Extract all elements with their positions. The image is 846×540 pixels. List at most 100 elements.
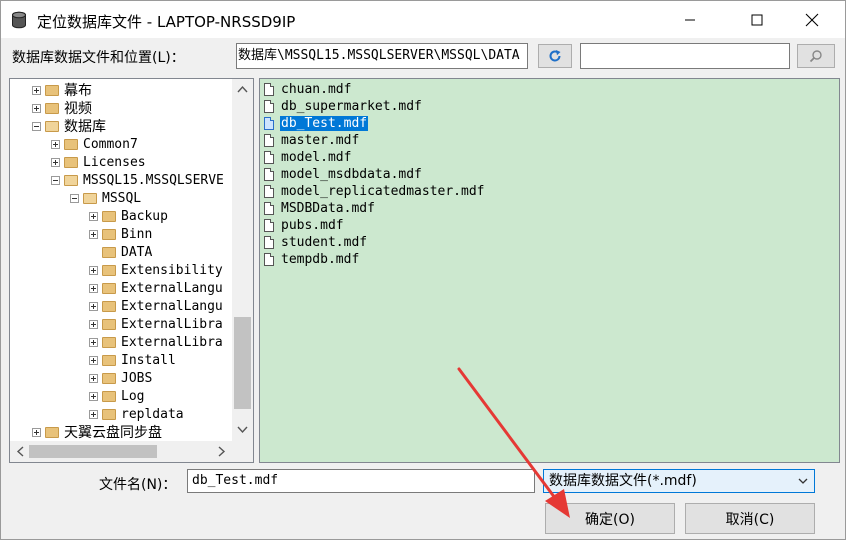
- tree-item[interactable]: ExternalLangu: [89, 279, 223, 297]
- file-icon: [264, 236, 274, 249]
- tree-item[interactable]: 视频: [32, 99, 92, 117]
- tree-item[interactable]: 数据库: [32, 117, 106, 135]
- file-item-label: MSDBData.mdf: [281, 201, 375, 216]
- file-item-label: model_msdbdata.mdf: [281, 167, 422, 182]
- folder-icon: [102, 318, 116, 330]
- collapse-icon[interactable]: [32, 121, 41, 131]
- minimize-button[interactable]: [667, 1, 713, 39]
- file-icon: [264, 253, 274, 266]
- file-item[interactable]: db_Test.mdf: [264, 115, 369, 132]
- expand-icon[interactable]: [89, 391, 98, 401]
- tree-horizontal-thumb[interactable]: [29, 445, 157, 458]
- location-path-field[interactable]: 数据库\MSSQL15.MSSQLSERVER\MSSQL\DATA: [236, 43, 528, 69]
- close-button[interactable]: [789, 1, 835, 39]
- tree-item[interactable]: ExternalLibra: [89, 315, 223, 333]
- collapse-icon[interactable]: [51, 175, 60, 185]
- collapse-icon[interactable]: [70, 193, 79, 203]
- tree-item[interactable]: JOBS: [89, 369, 152, 387]
- ok-button[interactable]: 确定(O): [545, 503, 675, 534]
- folder-icon: [102, 228, 116, 240]
- tree-item[interactable]: Backup: [89, 207, 168, 225]
- tree-item[interactable]: Extensibility: [89, 261, 223, 279]
- tree-item[interactable]: Log: [89, 387, 144, 405]
- scroll-down-icon[interactable]: [237, 426, 248, 434]
- folder-icon: [64, 138, 78, 150]
- expand-icon[interactable]: [32, 85, 41, 95]
- tree-item[interactable]: 天翼云盘同步盘: [32, 423, 162, 441]
- tree-item-label: repldata: [121, 406, 184, 422]
- database-icon: [12, 11, 26, 29]
- tree-item[interactable]: 幕布: [32, 81, 92, 99]
- search-button[interactable]: [797, 44, 835, 68]
- file-item-label: tempdb.mdf: [281, 252, 360, 267]
- tree-item-label: 天翼云盘同步盘: [64, 425, 162, 441]
- file-item-label: chuan.mdf: [281, 82, 352, 97]
- file-item[interactable]: master.mdf: [264, 132, 360, 149]
- folder-icon: [45, 120, 59, 132]
- expand-icon[interactable]: [89, 409, 98, 419]
- folder-icon: [102, 282, 116, 294]
- expand-icon[interactable]: [89, 355, 98, 365]
- maximize-button[interactable]: [734, 1, 780, 39]
- scroll-up-icon[interactable]: [237, 85, 248, 93]
- refresh-icon: [549, 50, 561, 62]
- file-item[interactable]: MSDBData.mdf: [264, 200, 376, 217]
- tree-item[interactable]: DATA: [89, 243, 152, 261]
- expand-icon[interactable]: [89, 265, 98, 275]
- file-item-label: db_Test.mdf: [280, 116, 369, 131]
- file-item[interactable]: db_supermarket.mdf: [264, 98, 423, 115]
- expand-icon[interactable]: [89, 283, 98, 293]
- scroll-left-icon[interactable]: [16, 446, 24, 457]
- folder-tree[interactable]: 幕布 视频 数据库 Common7 Licenses MSSQL15.MSSQLSERVE…: [9, 78, 254, 463]
- expand-icon[interactable]: [89, 211, 98, 221]
- scroll-right-icon[interactable]: [218, 446, 226, 457]
- tree-item[interactable]: MSSQL15.MSSQLSERVE: [51, 171, 224, 189]
- folder-icon: [45, 426, 59, 438]
- expand-icon[interactable]: [51, 157, 60, 167]
- folder-icon: [102, 264, 116, 276]
- file-item[interactable]: model_replicatedmaster.mdf: [264, 183, 486, 200]
- refresh-button[interactable]: [538, 44, 572, 68]
- file-item[interactable]: chuan.mdf: [264, 81, 352, 98]
- file-item[interactable]: tempdb.mdf: [264, 251, 360, 268]
- expand-icon[interactable]: [51, 139, 60, 149]
- cancel-button[interactable]: 取消(C): [685, 503, 815, 534]
- folder-icon: [102, 300, 116, 312]
- tree-item-label: Licenses: [83, 154, 146, 170]
- file-item[interactable]: model.mdf: [264, 149, 352, 166]
- expand-icon[interactable]: [89, 373, 98, 383]
- filename-input[interactable]: db_Test.mdf: [187, 469, 535, 493]
- file-item[interactable]: pubs.mdf: [264, 217, 345, 234]
- expand-icon[interactable]: [89, 337, 98, 347]
- tree-item-label: DATA: [121, 244, 153, 260]
- search-input[interactable]: [580, 43, 790, 69]
- tree-item[interactable]: MSSQL: [70, 189, 141, 207]
- expand-icon[interactable]: [89, 229, 98, 239]
- minimize-icon: [685, 19, 695, 21]
- tree-item-label: ExternalLangu: [121, 280, 223, 296]
- tree-horizontal-scrollbar[interactable]: [10, 441, 232, 462]
- folder-icon: [45, 84, 59, 96]
- tree-item[interactable]: Binn: [89, 225, 152, 243]
- tree-vertical-thumb[interactable]: [234, 317, 251, 409]
- tree-item[interactable]: Licenses: [51, 153, 146, 171]
- expand-icon[interactable]: [89, 301, 98, 311]
- expand-icon[interactable]: [89, 319, 98, 329]
- file-list[interactable]: chuan.mdf db_supermarket.mdf db_Test.mdf ma…: [259, 78, 840, 463]
- tree-item[interactable]: repldata: [89, 405, 184, 423]
- tree-vertical-scrollbar[interactable]: [232, 79, 253, 441]
- file-item[interactable]: student.mdf: [264, 234, 368, 251]
- tree-item[interactable]: ExternalLibra: [89, 333, 223, 351]
- tree-item-label: Binn: [121, 226, 153, 242]
- tree-item-label: Backup: [121, 208, 168, 224]
- expand-icon[interactable]: [32, 427, 41, 437]
- file-icon: [264, 134, 274, 147]
- file-item[interactable]: model_msdbdata.mdf: [264, 166, 423, 183]
- expand-icon[interactable]: [32, 103, 41, 113]
- tree-item[interactable]: Common7: [51, 135, 138, 153]
- tree-item[interactable]: ExternalLangu: [89, 297, 223, 315]
- maximize-icon: [751, 14, 763, 26]
- tree-item[interactable]: Install: [89, 351, 176, 369]
- folder-icon: [102, 408, 116, 420]
- filetype-select[interactable]: 数据库数据文件(*.mdf): [543, 469, 815, 493]
